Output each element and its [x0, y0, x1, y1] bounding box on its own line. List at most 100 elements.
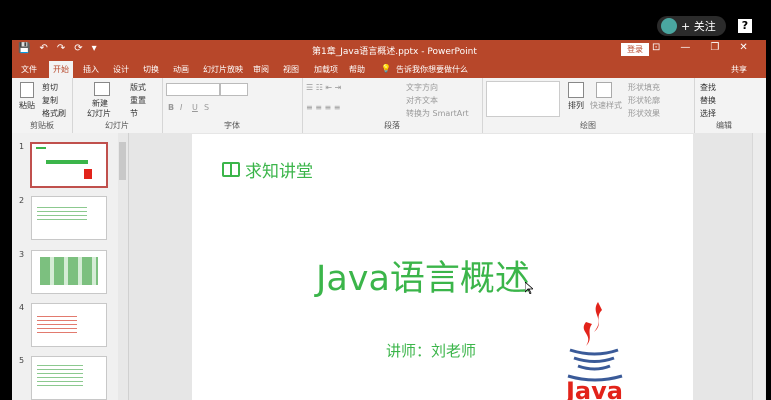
bold-button[interactable]: B [168, 103, 174, 112]
replace-button[interactable]: 替换 [700, 95, 716, 106]
follow-label: + 关注 [681, 20, 716, 33]
find-button[interactable]: 查找 [700, 82, 716, 93]
slide-number: 4 [19, 303, 25, 312]
paste-icon[interactable] [20, 82, 34, 98]
tab-help[interactable]: 帮助 [349, 64, 365, 75]
tab-file[interactable]: 文件 [21, 64, 37, 75]
mouse-cursor-icon [525, 282, 533, 294]
tab-design[interactable]: 设计 [113, 64, 129, 75]
slide-thumbnail[interactable] [31, 196, 107, 240]
lightbulb-icon: 💡 [381, 64, 391, 73]
align-icon[interactable]: ≡ ≡ ≡ ≡ [306, 103, 340, 112]
shape-fill-button[interactable]: 形状填充 [628, 82, 660, 93]
java-logo-image: Java [564, 302, 623, 400]
tab-slideshow[interactable]: 幻灯片放映 [203, 64, 243, 75]
group-paragraph: ☰ ☷ ⇤ ⇥ ≡ ≡ ≡ ≡ 文字方向 对齐文本 转换为 SmartArt 段… [302, 78, 483, 133]
slide-thumbnail[interactable] [31, 250, 107, 294]
follow-button[interactable]: + 关注 [657, 16, 726, 36]
group-editing: 查找 替换 选择 编辑 [694, 78, 754, 133]
tab-transitions[interactable]: 切换 [143, 64, 159, 75]
group-clipboard: 粘贴 剪切 复制 格式刷 剪贴板 [12, 78, 73, 133]
tab-animations[interactable]: 动画 [173, 64, 189, 75]
scrollbar-thumb[interactable] [119, 142, 126, 180]
cut-button[interactable]: 剪切 [42, 82, 58, 93]
ribbon-tabs: 文件 开始 插入 设计 切换 动画 幻灯片放映 审阅 视图 加载项 帮助 💡 告… [12, 60, 766, 79]
arrange-button[interactable]: 排列 [568, 100, 584, 111]
slide-thumbnail[interactable] [31, 356, 107, 400]
italic-button[interactable]: I [180, 103, 182, 112]
text-direction-button[interactable]: 文字方向 [406, 82, 438, 93]
reset-button[interactable]: 重置 [130, 95, 146, 106]
arrange-icon[interactable] [568, 82, 584, 98]
quick-styles-icon[interactable] [596, 82, 612, 98]
align-text-button[interactable]: 对齐文本 [406, 95, 438, 106]
java-logo-text: Java [564, 377, 623, 400]
select-button[interactable]: 选择 [700, 108, 716, 119]
group-label: 幻灯片 [105, 121, 129, 130]
quick-styles-button[interactable]: 快速样式 [590, 100, 622, 111]
paste-button[interactable]: 粘贴 [19, 100, 35, 111]
group-label: 编辑 [716, 121, 732, 130]
tab-home[interactable]: 开始 [49, 61, 73, 79]
minimize-icon[interactable]: — [680, 42, 690, 53]
customize-icon[interactable]: ▾ [92, 43, 97, 54]
java-cup-icon [569, 348, 619, 356]
quick-access-toolbar: 💾 ↶ ↷ ⟳ ▾ [18, 43, 97, 54]
java-steam-icon [583, 322, 592, 346]
slide-number: 2 [19, 196, 25, 205]
java-cup-icon [573, 356, 615, 363]
java-cup-icon [577, 364, 611, 371]
layout-button[interactable]: 版式 [130, 82, 146, 93]
brand-text: 求知讲堂 [245, 162, 313, 182]
section-button[interactable]: 节 [130, 108, 138, 119]
maximize-icon[interactable]: ❐ [710, 42, 719, 53]
book-icon [222, 162, 240, 177]
bullets-icon[interactable]: ☰ ☷ ⇤ ⇥ [306, 83, 341, 92]
group-label: 剪贴板 [30, 121, 54, 130]
tab-review[interactable]: 审阅 [253, 64, 269, 75]
title-bar: 💾 ↶ ↷ ⟳ ▾ 第1章_Java语言概述.pptx - PowerPoint… [12, 40, 766, 60]
tab-view[interactable]: 视图 [283, 64, 299, 75]
font-name-select[interactable] [166, 83, 220, 96]
tab-insert[interactable]: 插入 [83, 64, 99, 75]
avatar [661, 18, 677, 34]
slide-subtitle[interactable]: 讲师：刘老师 [386, 340, 476, 361]
close-icon[interactable]: ✕ [739, 42, 747, 53]
slide-number: 3 [19, 250, 25, 259]
shape-effects-button[interactable]: 形状效果 [628, 108, 660, 119]
group-label: 绘图 [580, 121, 596, 130]
group-label: 字体 [224, 121, 240, 130]
font-size-select[interactable] [220, 83, 248, 96]
redo-icon[interactable]: ↷ [57, 43, 65, 54]
slide-title[interactable]: Java语言概述 [316, 250, 530, 301]
save-icon[interactable]: 💾 [18, 43, 30, 54]
tell-me-search[interactable]: 告诉我你想要做什么 [396, 64, 468, 75]
undo-icon[interactable]: ↶ [39, 43, 47, 54]
new-slide-icon[interactable] [94, 82, 110, 96]
slide-thumbnail[interactable] [31, 303, 107, 347]
slide-scrollbar[interactable] [752, 133, 765, 400]
underline-button[interactable]: U [192, 103, 198, 112]
login-button[interactable]: 登录 [621, 43, 649, 56]
group-label: 段落 [384, 121, 400, 130]
group-slides: 新建 幻灯片 版式 重置 节 幻灯片 [72, 78, 163, 133]
help-icon[interactable]: ? [738, 19, 752, 33]
slide-number: 5 [19, 356, 25, 365]
copy-button[interactable]: 复制 [42, 95, 58, 106]
format-painter-button[interactable]: 格式刷 [42, 108, 66, 119]
share-button[interactable]: 共享 [731, 64, 747, 75]
ribbon: 粘贴 剪切 复制 格式刷 剪贴板 新建 幻灯片 版式 重置 节 幻灯片 B I … [12, 78, 766, 134]
new-slide-label: 幻灯片 [87, 109, 111, 118]
smartart-button[interactable]: 转换为 SmartArt [406, 108, 469, 119]
refresh-icon[interactable]: ⟳ [74, 43, 82, 54]
group-font: B I U S 字体 [162, 78, 303, 133]
shape-outline-button[interactable]: 形状轮廓 [628, 95, 660, 106]
ribbon-display-icon[interactable]: ⊡ [652, 42, 660, 53]
group-drawing: 排列 快速样式 形状填充 形状轮廓 形状效果 绘图 [482, 78, 695, 133]
java-steam-icon [594, 302, 602, 332]
slide-thumbnail[interactable] [30, 142, 108, 188]
slide-number: 1 [19, 142, 25, 151]
strikethrough-button[interactable]: S [204, 103, 209, 112]
tab-addins[interactable]: 加载项 [314, 64, 338, 75]
shapes-gallery[interactable] [486, 81, 560, 117]
